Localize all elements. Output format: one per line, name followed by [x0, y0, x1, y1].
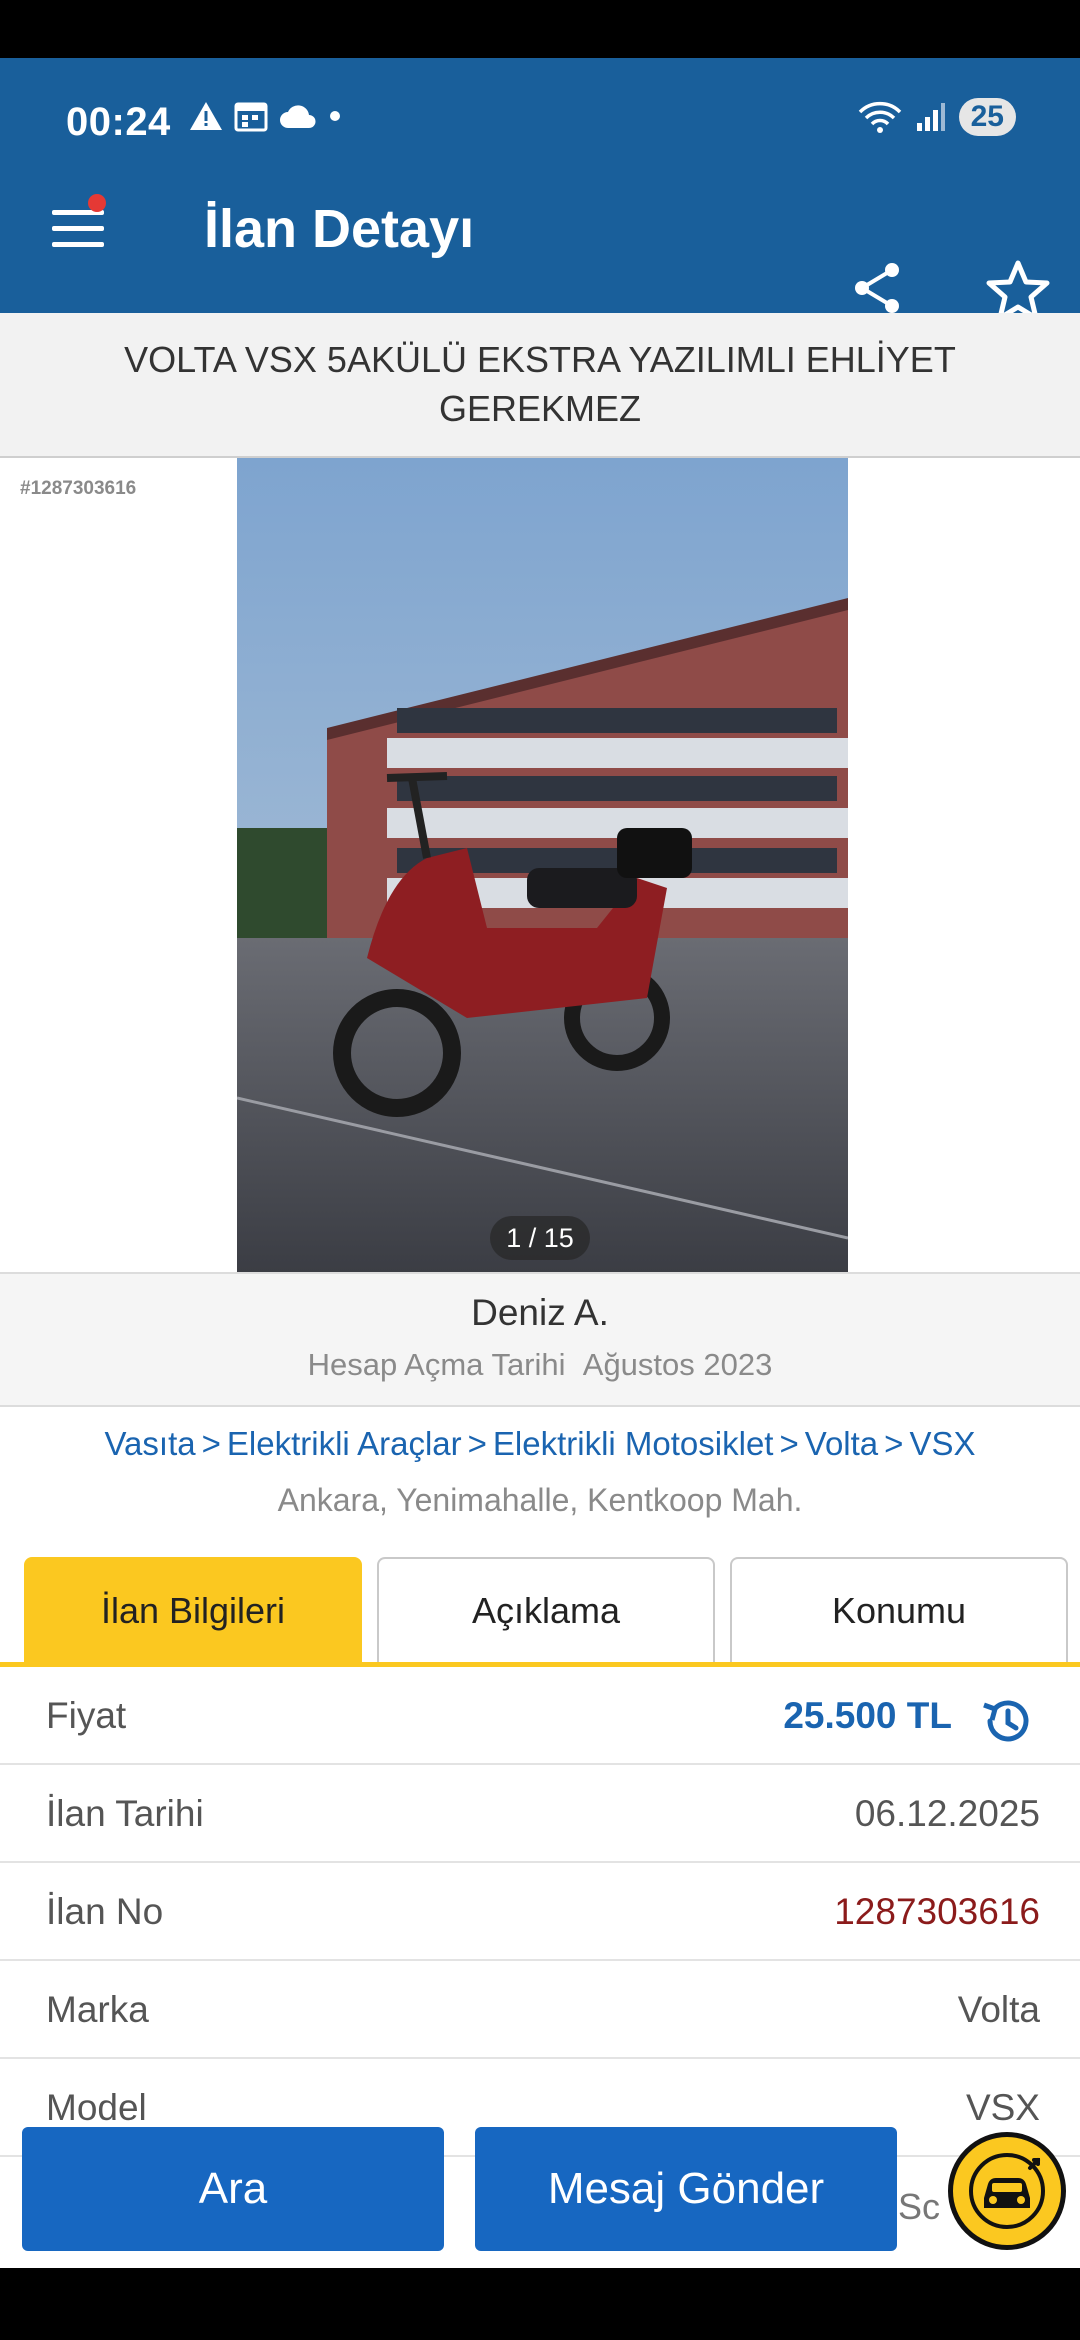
- photo-gallery[interactable]: #1287303616 1 / 15: [0, 458, 1080, 1272]
- status-icons-left: [188, 100, 342, 132]
- listing-info-table: Fiyat 25.500 TL İlan Tarihi 06.12.2025 İ…: [0, 1667, 1080, 2157]
- listing-photo[interactable]: [237, 458, 848, 1272]
- dot-icon: [330, 111, 340, 121]
- camera-cutout-band: [0, 0, 1080, 58]
- tab-listing-info[interactable]: İlan Bilgileri: [24, 1557, 362, 1662]
- breadcrumb: Vasıta > Elektrikli Araçlar > Elektrikli Mot…: [0, 1425, 1080, 1463]
- car-icon: [969, 2153, 1045, 2229]
- breadcrumb-separator: >: [201, 1425, 221, 1462]
- menu-icon-bar: [52, 226, 104, 231]
- price-value: 25.500 TL: [783, 1695, 952, 1736]
- listing-detail-screen: 00:24 25 İlan Detayı VOLTA VSX 5AKÜLÜ EK…: [0, 0, 1080, 2340]
- signal-icon: [916, 103, 945, 131]
- seller-name: Deniz A.: [471, 1292, 609, 1333]
- notification-dot: [88, 194, 106, 212]
- photo-counter: 1 / 15: [490, 1216, 590, 1260]
- navigation-bar-band: [0, 2268, 1080, 2340]
- status-icons-right: 25: [857, 98, 1016, 136]
- listing-number-tag: #1287303616: [20, 478, 137, 499]
- scooter-photo-image: [237, 458, 848, 1272]
- listing-title-band: VOLTA VSX 5AKÜLÜ EKSTRA YAZILIMLI EHLİYE…: [0, 313, 1080, 458]
- info-key: Fiyat: [46, 1695, 127, 1736]
- seller-info[interactable]: Deniz A. Hesap Açma Tarihi Ağustos 2023: [0, 1272, 1080, 1407]
- send-message-button[interactable]: Mesaj Gönder: [475, 2127, 897, 2251]
- wifi-icon: [858, 101, 901, 133]
- breadcrumb-item[interactable]: Elektrikli Araçlar: [227, 1425, 462, 1462]
- call-button[interactable]: Ara: [22, 2127, 444, 2251]
- breadcrumb-item[interactable]: Vasıta: [105, 1425, 196, 1462]
- battery-indicator: 25: [958, 98, 1016, 136]
- tab-description[interactable]: Açıklama: [377, 1557, 715, 1662]
- menu-icon-bar: [52, 242, 104, 247]
- info-value: 06.12.2025: [854, 1793, 1040, 1834]
- breadcrumb-separator: >: [779, 1425, 799, 1462]
- partial-row-text: Sc: [898, 2186, 941, 2227]
- seller-since-value: Ağustos 2023: [582, 1347, 773, 1382]
- menu-button[interactable]: [50, 194, 110, 258]
- breadcrumb-item[interactable]: VSX: [909, 1425, 975, 1462]
- app-bar: 00:24 25 İlan Detayı: [0, 58, 1080, 321]
- info-key: Marka: [46, 1989, 149, 2030]
- info-value: VSX: [965, 2087, 1040, 2128]
- info-key: Model: [46, 2087, 147, 2128]
- info-row-listing-no: İlan No 1287303616: [0, 1863, 1080, 1961]
- info-value: Volta: [957, 1989, 1040, 2030]
- breadcrumb-item[interactable]: Volta: [805, 1425, 878, 1462]
- breadcrumb-item[interactable]: Elektrikli Motosiklet: [493, 1425, 774, 1462]
- warning-icon: [190, 102, 222, 130]
- vehicle-fab-button[interactable]: [948, 2132, 1066, 2250]
- calendar-icon: [234, 102, 268, 132]
- status-time: 00:24: [66, 100, 171, 144]
- info-row-date: İlan Tarihi 06.12.2025: [0, 1765, 1080, 1863]
- tab-location[interactable]: Konumu: [730, 1557, 1068, 1662]
- seller-since: Hesap Açma Tarihi Ağustos 2023: [0, 1347, 1080, 1383]
- history-icon[interactable]: [978, 1693, 1034, 1749]
- breadcrumb-separator: >: [467, 1425, 487, 1462]
- share-icon[interactable]: [850, 260, 906, 316]
- info-key: İlan No: [46, 1891, 164, 1932]
- info-key: İlan Tarihi: [46, 1793, 204, 1834]
- listing-title: VOLTA VSX 5AKÜLÜ EKSTRA YAZILIMLI EHLİYE…: [124, 338, 956, 429]
- info-row-brand: Marka Volta: [0, 1961, 1080, 2059]
- tab-bar: İlan Bilgileri Açıklama Konumu: [24, 1557, 1068, 1662]
- listing-location: Ankara, Yenimahalle, Kentkoop Mah.: [277, 1482, 803, 1518]
- page-title: İlan Detayı: [204, 199, 475, 259]
- listing-number-value: 1287303616: [834, 1891, 1040, 1932]
- seller-since-label: Hesap Açma Tarihi: [307, 1347, 566, 1382]
- cloud-icon: [280, 105, 316, 128]
- info-row-price: Fiyat 25.500 TL: [0, 1667, 1080, 1765]
- breadcrumb-separator: >: [884, 1425, 904, 1462]
